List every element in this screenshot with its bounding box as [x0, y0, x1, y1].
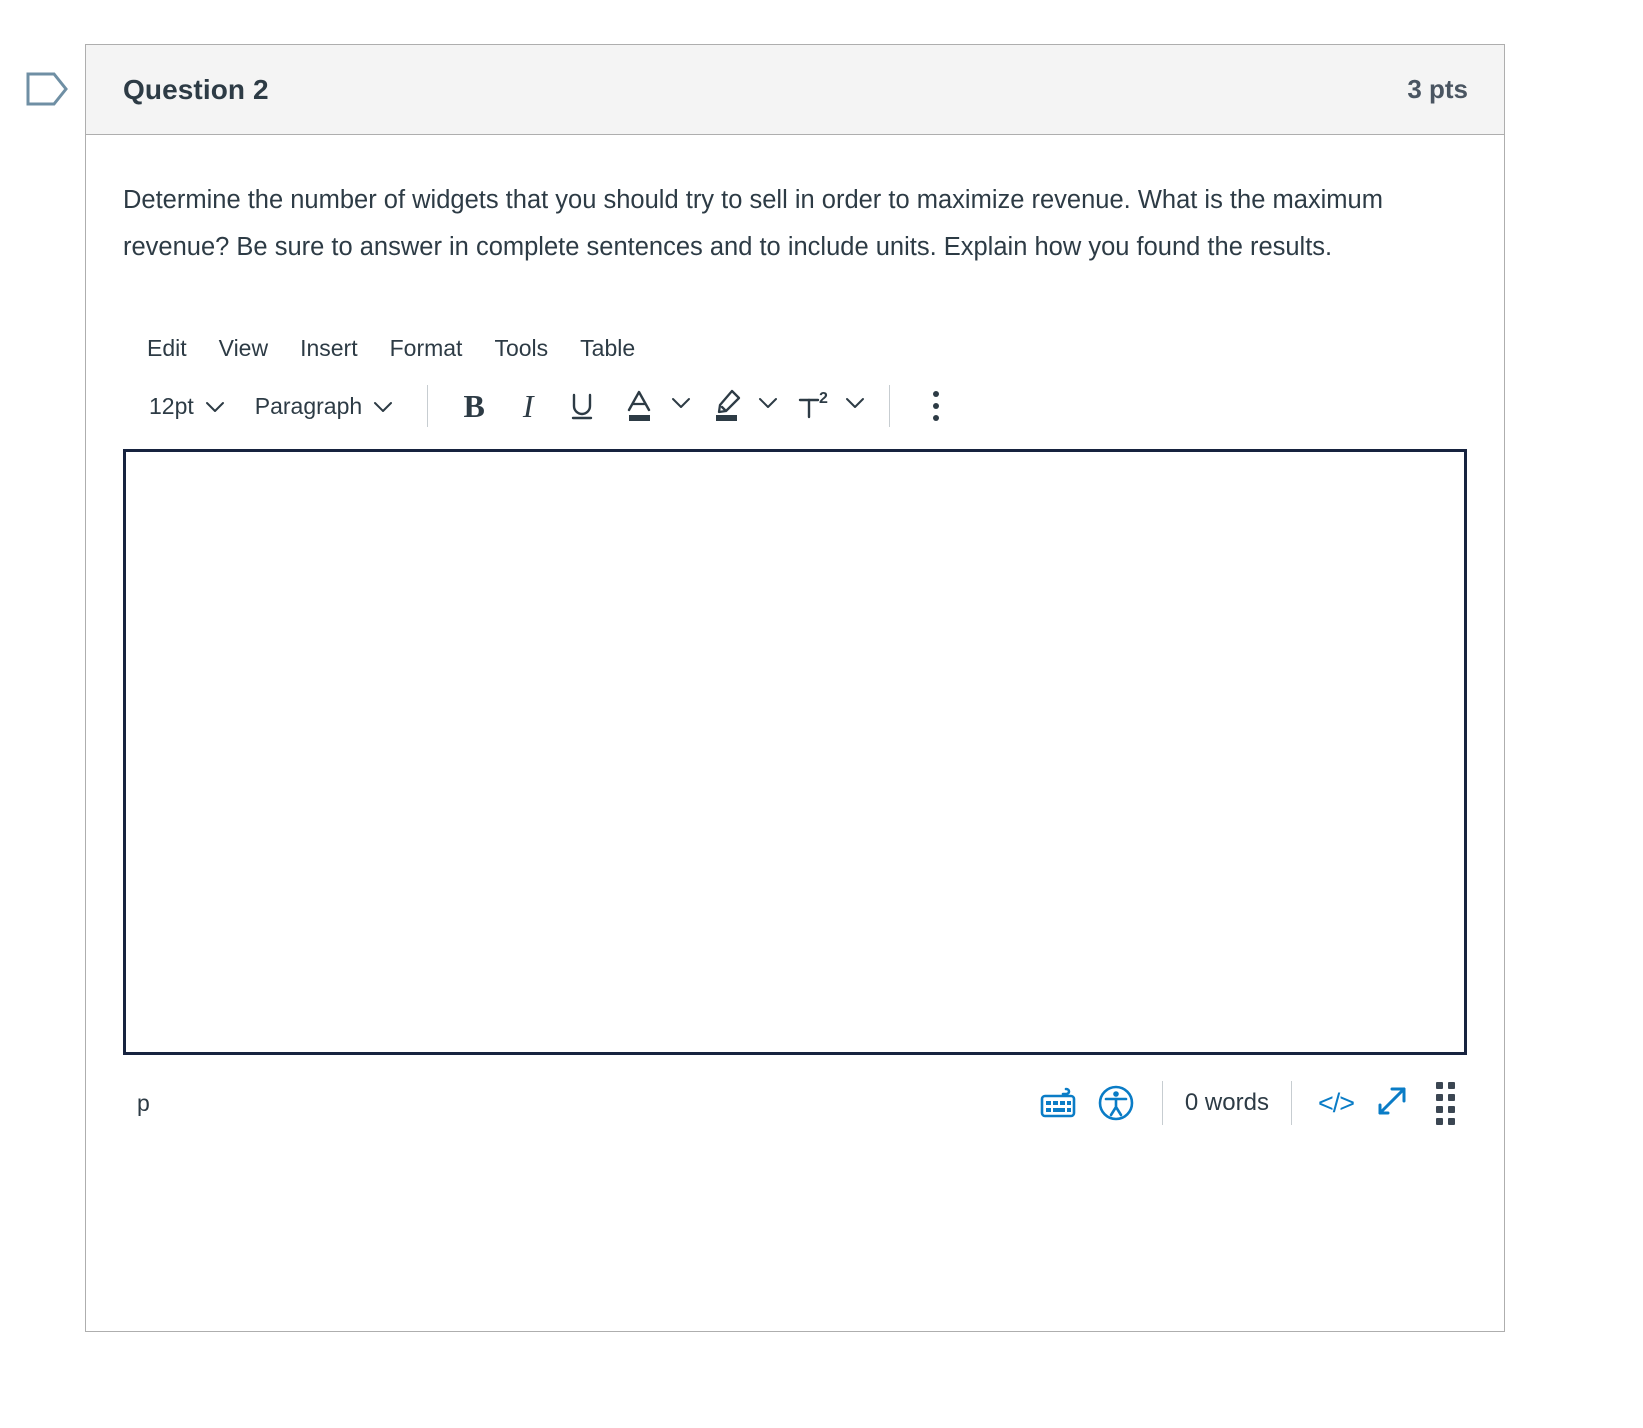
question-body: Determine the number of widgets that you…	[86, 135, 1504, 1151]
question-points: 3 pts	[1407, 74, 1468, 104]
accessibility-checker-icon[interactable]	[1088, 1075, 1144, 1131]
block-format-value: Paragraph	[254, 392, 363, 419]
editor-menubar: Edit View Insert Format Tools Table	[123, 325, 1467, 371]
menu-item-view[interactable]: View	[203, 331, 284, 366]
chevron-down-icon[interactable]	[758, 397, 778, 415]
question-text: Determine the number of widgets that you…	[123, 186, 1383, 261]
status-separator	[1290, 1081, 1292, 1125]
page-title: Question 2	[123, 73, 269, 105]
superscript-split-button[interactable]: 2	[784, 380, 869, 432]
editor-toolbar: 12pt Paragraph B I 2	[123, 371, 1467, 441]
font-size-value: 12pt	[149, 392, 194, 419]
menu-item-insert[interactable]: Insert	[284, 331, 374, 366]
keyboard-shortcuts-icon[interactable]	[1032, 1075, 1088, 1131]
font-size-select[interactable]: 12pt	[135, 387, 239, 426]
html-editor-button[interactable]: </>	[1310, 1088, 1362, 1119]
toolbar-separator	[427, 385, 429, 427]
chevron-down-icon[interactable]	[845, 397, 865, 415]
resize-drag-handle-icon[interactable]	[1436, 1081, 1455, 1125]
page-root: Question 2 3 pts Determine the number of…	[0, 0, 1643, 1428]
answer-text-area[interactable]	[123, 449, 1467, 1055]
superscript-icon[interactable]: 2	[788, 380, 840, 432]
menu-item-tools[interactable]: Tools	[478, 331, 564, 366]
chevron-down-icon	[205, 393, 225, 420]
element-path[interactable]: p	[137, 1090, 150, 1117]
status-separator	[1161, 1081, 1163, 1125]
menu-item-edit[interactable]: Edit	[133, 331, 203, 366]
highlight-color-split-button[interactable]	[697, 380, 782, 432]
highlight-color-icon[interactable]	[701, 380, 753, 432]
more-options-kebab-icon[interactable]	[910, 380, 962, 432]
underline-icon[interactable]	[556, 380, 608, 432]
word-count: 0 words	[1184, 1089, 1269, 1116]
chevron-down-icon[interactable]	[671, 397, 691, 415]
text-color-icon[interactable]	[614, 380, 666, 432]
chevron-down-icon	[373, 393, 393, 420]
block-format-select[interactable]: Paragraph	[241, 387, 407, 426]
question-header: Question 2 3 pts	[86, 45, 1504, 135]
menu-item-table[interactable]: Table	[564, 331, 651, 366]
svg-text:2: 2	[819, 390, 828, 407]
fullscreen-expand-icon[interactable]	[1362, 1075, 1418, 1131]
editor-status-bar: p 0 words </>	[123, 1055, 1467, 1151]
menu-item-format[interactable]: Format	[374, 331, 479, 366]
status-bar-tools: 0 words </>	[1032, 1075, 1461, 1131]
text-color-split-button[interactable]	[610, 380, 695, 432]
toolbar-separator	[889, 385, 891, 427]
italic-button[interactable]: I	[502, 380, 554, 432]
rich-content-editor: Edit View Insert Format Tools Table 12pt	[123, 325, 1467, 1151]
flag-outline-icon[interactable]	[25, 68, 71, 110]
bold-button[interactable]: B	[448, 380, 500, 432]
question-card: Question 2 3 pts Determine the number of…	[85, 44, 1505, 1332]
